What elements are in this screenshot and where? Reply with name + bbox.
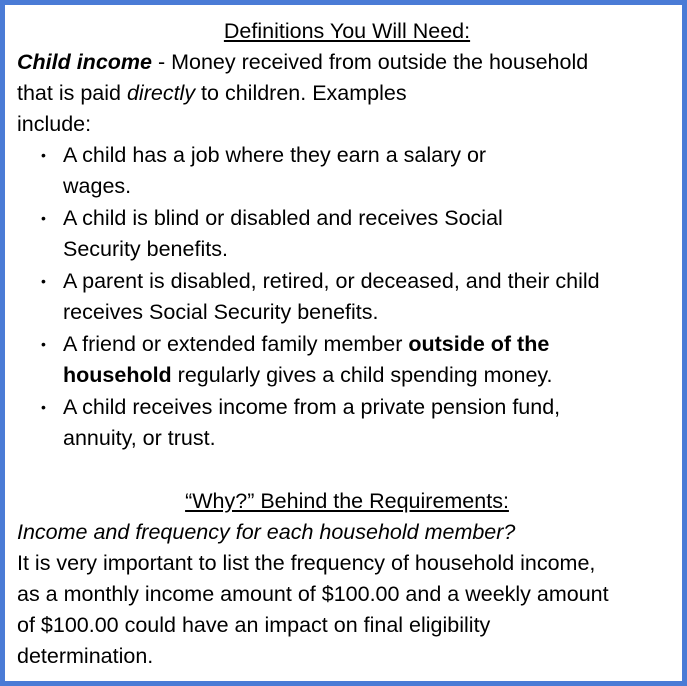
definition-text-1: - Money received from outside the househ…: [151, 50, 589, 74]
definitions-panel: Definitions You Will Need: Child income …: [0, 0, 687, 686]
why-question: Income and frequency for each household …: [17, 520, 516, 544]
why-heading: “Why?” Behind the Requirements:: [185, 489, 509, 513]
list-item-text: A friend or extended family member: [63, 332, 409, 356]
child-income-term: Child income: [17, 50, 152, 74]
bullet-icon: •: [41, 147, 46, 163]
bullet-icon: •: [41, 336, 46, 352]
child-income-definition-line-2: that is paid directly to children. Examp…: [17, 78, 677, 109]
list-item-line: Security benefits.: [63, 237, 228, 261]
child-income-definition-line-1: Child income - Money received from outsi…: [17, 47, 677, 78]
list-item-bold-text: household: [63, 363, 172, 387]
list-item-line: receives Social Security benefits.: [63, 300, 379, 324]
bullet-icon: •: [41, 273, 46, 289]
list-item-line: annuity, or trust.: [63, 426, 216, 450]
list-item: • A friend or extended family member out…: [17, 329, 677, 391]
list-item: • A parent is disabled, retired, or dece…: [17, 266, 677, 328]
list-item-line: wages.: [63, 174, 132, 198]
list-item-bold-text: outside of the: [408, 332, 550, 356]
definitions-heading: Definitions You Will Need:: [223, 19, 471, 43]
panel-content: Definitions You Will Need: Child income …: [17, 16, 677, 672]
list-item: • A child is blind or disabled and recei…: [17, 203, 677, 265]
why-paragraph-line: determination.: [17, 644, 154, 668]
list-item: • A child receives income from a private…: [17, 392, 677, 454]
list-item-text: regularly gives a child spending money.: [171, 363, 553, 387]
bullet-icon: •: [41, 399, 46, 415]
definition-text-2b: to children. Examples: [195, 81, 407, 105]
child-income-definition-line-3: include:: [17, 112, 92, 136]
definition-emphasis-directly: directly: [126, 81, 196, 105]
why-paragraph-line: It is very important to list the frequen…: [17, 551, 596, 575]
list-item-line: A friend or extended family member outsi…: [63, 329, 677, 360]
bullet-icon: •: [41, 210, 46, 226]
why-paragraph-line: as a monthly income amount of $100.00 an…: [17, 582, 609, 606]
examples-list: • A child has a job where they earn a sa…: [17, 140, 677, 454]
list-item: • A child has a job where they earn a sa…: [17, 140, 677, 202]
why-paragraph-line: of $100.00 could have an impact on final…: [17, 613, 491, 637]
list-item-line: A child is blind or disabled and receive…: [63, 206, 503, 230]
list-item-line: A parent is disabled, retired, or deceas…: [63, 269, 600, 293]
list-item-line: household regularly gives a child spendi…: [63, 360, 677, 391]
list-item-line: A child has a job where they earn a sala…: [63, 143, 487, 167]
list-item-line: A child receives income from a private p…: [63, 395, 561, 419]
definition-text-2a: that is paid: [17, 81, 127, 105]
